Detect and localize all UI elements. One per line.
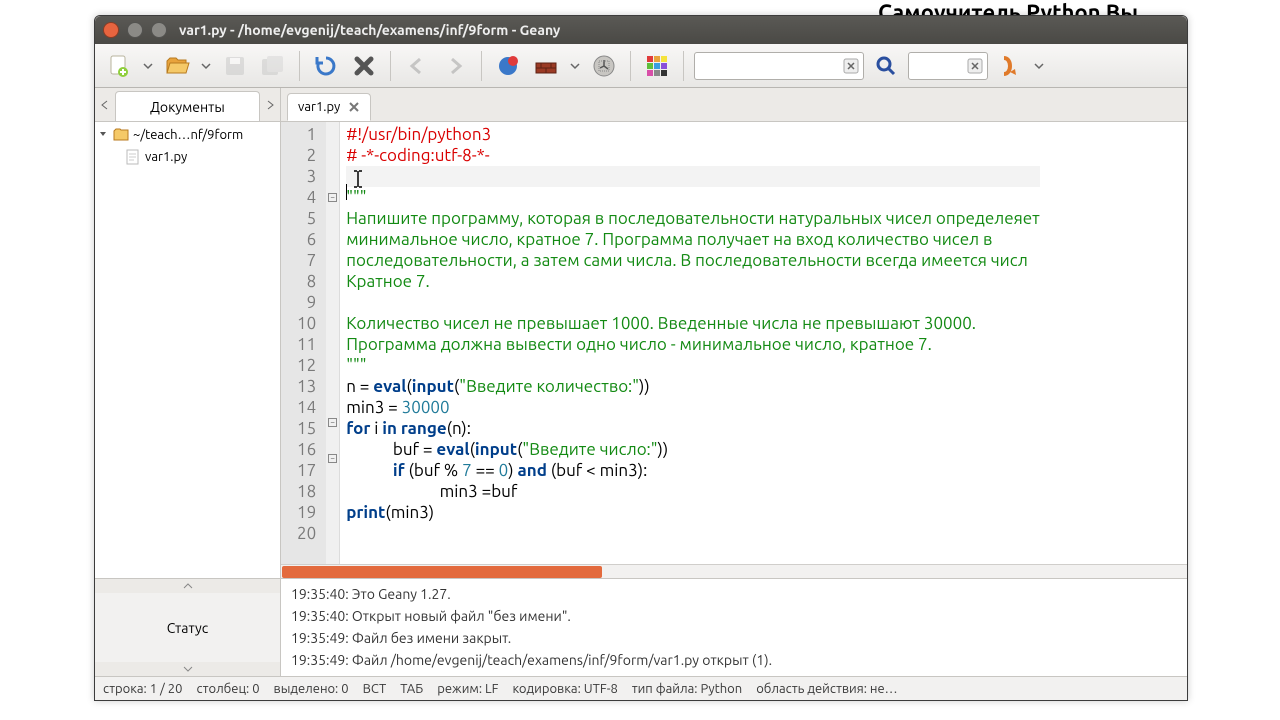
color-picker-button[interactable] bbox=[641, 50, 673, 82]
scroll-up-icon[interactable] bbox=[95, 579, 280, 593]
tree-file-label: var1.py bbox=[145, 150, 187, 164]
separator bbox=[630, 51, 631, 81]
main-area: Документы ~/teach…nf/9form var1.py var1.… bbox=[95, 88, 1187, 578]
compile-button[interactable] bbox=[492, 50, 524, 82]
new-file-dropdown[interactable] bbox=[141, 61, 155, 71]
goto-line-field[interactable] bbox=[908, 52, 988, 80]
bottom-panel: Статус 19:35:40: Это Geany 1.27.19:35:40… bbox=[95, 578, 1187, 676]
open-file-button[interactable] bbox=[161, 50, 193, 82]
close-icon[interactable] bbox=[103, 22, 119, 38]
status-lf: режим: LF bbox=[437, 682, 498, 696]
sidebar: Документы ~/teach…nf/9form var1.py bbox=[95, 88, 281, 578]
editor-pane: var1.py 1 2 3 4 5 6 7 8 9 10 11 12 13 14… bbox=[281, 88, 1187, 578]
editor-tabstrip: var1.py bbox=[281, 88, 1187, 122]
sidebar-nav-left[interactable] bbox=[95, 89, 115, 121]
new-file-button[interactable] bbox=[103, 50, 135, 82]
goto-line-input[interactable] bbox=[915, 59, 965, 73]
code-content[interactable]: #!/usr/bin/python3 # -*-coding:utf-8-*- … bbox=[340, 122, 1039, 564]
titlebar[interactable]: var1.py - /home/evgenij/teach/examens/in… bbox=[95, 16, 1187, 44]
nav-forward-button[interactable] bbox=[439, 50, 471, 82]
scrollbar-thumb[interactable] bbox=[282, 566, 602, 578]
scroll-down-icon[interactable] bbox=[95, 662, 280, 676]
maximize-icon[interactable] bbox=[151, 22, 167, 38]
reload-button[interactable] bbox=[310, 50, 342, 82]
separator bbox=[683, 51, 684, 81]
build-dropdown[interactable] bbox=[568, 61, 582, 71]
clear-search-icon[interactable] bbox=[843, 58, 859, 74]
line-gutter: 1 2 3 4 5 6 7 8 9 10 11 12 13 14 15 16 1… bbox=[281, 122, 326, 564]
tree-folder[interactable]: ~/teach…nf/9form bbox=[95, 124, 280, 146]
message-list[interactable]: 19:35:40: Это Geany 1.27.19:35:40: Откры… bbox=[281, 579, 1187, 676]
sidebar-tab-documents[interactable]: Документы bbox=[115, 91, 260, 121]
horizontal-scrollbar[interactable] bbox=[281, 564, 1187, 578]
sidebar-nav-right[interactable] bbox=[260, 89, 280, 121]
build-button[interactable] bbox=[530, 50, 562, 82]
run-button[interactable] bbox=[588, 50, 620, 82]
status-line: строка: 1 / 20 bbox=[103, 682, 182, 696]
separator bbox=[390, 51, 391, 81]
minimize-icon[interactable] bbox=[127, 22, 143, 38]
search-button[interactable] bbox=[870, 50, 902, 82]
separator bbox=[299, 51, 300, 81]
save-all-button[interactable] bbox=[257, 50, 289, 82]
toolbar bbox=[95, 44, 1187, 88]
status-sel: выделено: 0 bbox=[274, 682, 349, 696]
status-filetype: тип файла: Python bbox=[632, 682, 742, 696]
status-enc: кодировка: UTF-8 bbox=[512, 682, 617, 696]
open-file-dropdown[interactable] bbox=[199, 61, 213, 71]
separator bbox=[481, 51, 482, 81]
statusbar: строка: 1 / 20 столбец: 0 выделено: 0 ВС… bbox=[95, 676, 1187, 700]
message-tabs: Статус bbox=[95, 579, 281, 676]
clear-goto-icon[interactable] bbox=[967, 58, 983, 74]
search-field[interactable] bbox=[694, 52, 864, 80]
editor-tab[interactable]: var1.py bbox=[287, 93, 371, 121]
tab-close-icon[interactable] bbox=[348, 101, 360, 113]
status-scope: область действия: не… bbox=[756, 682, 897, 696]
status-col: столбец: 0 bbox=[196, 682, 259, 696]
goto-button[interactable] bbox=[994, 50, 1026, 82]
toolbar-overflow[interactable] bbox=[1032, 61, 1046, 71]
file-tree[interactable]: ~/teach…nf/9form var1.py bbox=[95, 122, 280, 578]
message-tab-status[interactable]: Статус bbox=[167, 593, 209, 662]
editor-tab-label: var1.py bbox=[298, 100, 340, 114]
status-ins: ВСТ bbox=[363, 682, 387, 696]
status-tab: ТАБ bbox=[400, 682, 423, 696]
save-button[interactable] bbox=[219, 50, 251, 82]
close-file-button[interactable] bbox=[348, 50, 380, 82]
sidebar-header: Документы bbox=[95, 88, 280, 122]
app-window: var1.py - /home/evgenij/teach/examens/in… bbox=[94, 15, 1188, 701]
tree-folder-label: ~/teach…nf/9form bbox=[133, 128, 243, 142]
search-input[interactable] bbox=[701, 59, 841, 73]
tree-file[interactable]: var1.py bbox=[95, 146, 280, 168]
fold-column[interactable]: −−− bbox=[326, 122, 340, 564]
code-editor[interactable]: 1 2 3 4 5 6 7 8 9 10 11 12 13 14 15 16 1… bbox=[281, 122, 1187, 564]
nav-back-button[interactable] bbox=[401, 50, 433, 82]
window-title: var1.py - /home/evgenij/teach/examens/in… bbox=[179, 22, 560, 38]
